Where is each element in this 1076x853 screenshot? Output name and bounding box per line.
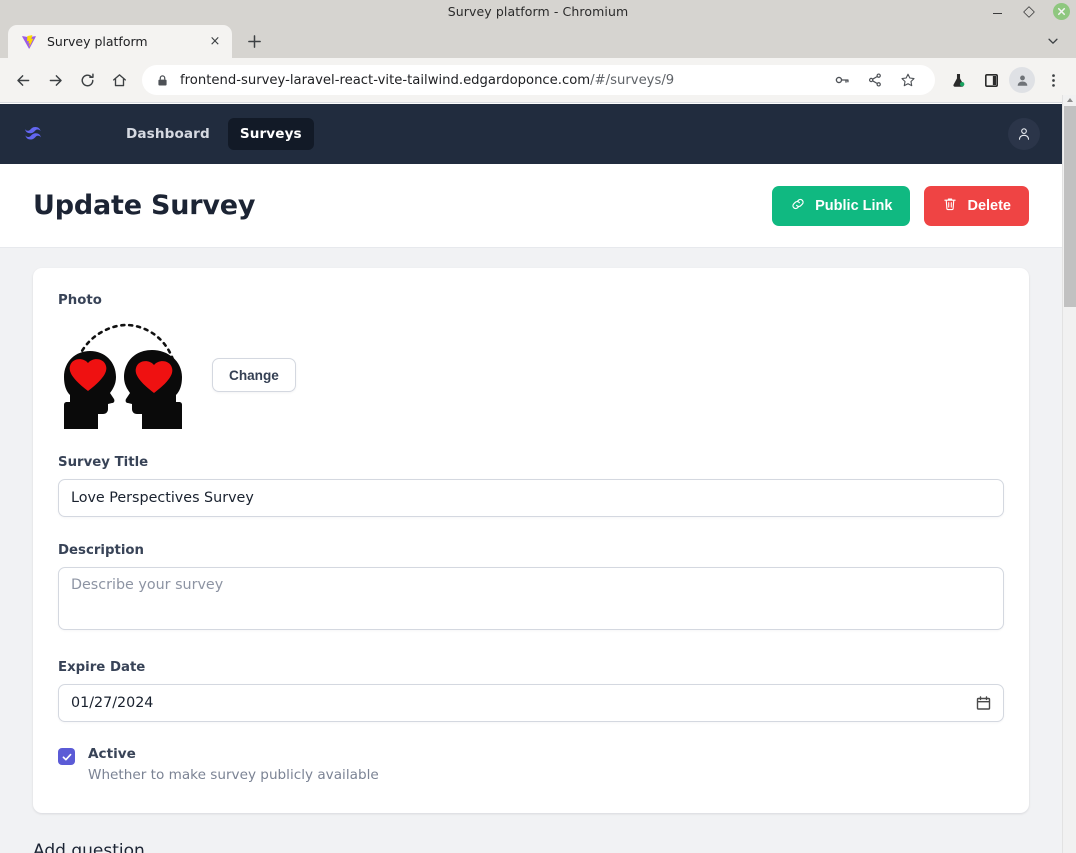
window-title: Survey platform - Chromium bbox=[447, 4, 629, 19]
survey-title-field: Survey Title bbox=[58, 455, 1004, 517]
side-panel-icon[interactable] bbox=[976, 65, 1006, 95]
tab-title: Survey platform bbox=[47, 34, 148, 49]
link-chain-icon bbox=[790, 196, 806, 216]
photo-row: Change bbox=[58, 321, 1004, 429]
reload-icon[interactable] bbox=[72, 65, 102, 95]
page-title: Update Survey bbox=[33, 190, 256, 221]
vite-logo-icon bbox=[21, 34, 37, 50]
key-icon[interactable] bbox=[829, 67, 855, 93]
description-textarea[interactable] bbox=[58, 567, 1004, 630]
photo-section: Photo Change bbox=[58, 293, 1004, 429]
active-label: Active bbox=[88, 746, 136, 762]
page-header: Update Survey Public Link Delete bbox=[0, 164, 1062, 248]
expire-date-wrapper bbox=[58, 684, 1004, 722]
calendar-icon[interactable] bbox=[976, 696, 991, 711]
three-dot-menu-icon[interactable] bbox=[1038, 65, 1068, 95]
toolbar-right-actions bbox=[943, 65, 1068, 95]
app-navbar: Dashboard Surveys bbox=[0, 104, 1062, 164]
survey-form-card: Photo Change Survey Title Love Perspecti… bbox=[33, 268, 1029, 813]
omnibox-actions bbox=[829, 67, 921, 93]
profile-avatar-icon[interactable] bbox=[1009, 67, 1035, 93]
back-arrow-icon[interactable] bbox=[8, 65, 38, 95]
header-actions: Public Link Delete bbox=[772, 185, 1029, 226]
delete-button[interactable]: Delete bbox=[924, 185, 1029, 226]
url-text: frontend-survey-laravel-react-vite-tailw… bbox=[180, 73, 674, 88]
description-field: Description bbox=[58, 543, 1004, 634]
page-viewport: Dashboard Surveys Update Survey Public L… bbox=[0, 104, 1062, 853]
public-link-button[interactable]: Public Link bbox=[772, 185, 911, 226]
delete-label: Delete bbox=[967, 197, 1011, 214]
forward-arrow-icon[interactable] bbox=[40, 65, 70, 95]
nav-link-dashboard[interactable]: Dashboard bbox=[114, 118, 222, 150]
expire-date-label: Expire Date bbox=[58, 660, 146, 675]
minimize-button[interactable] bbox=[989, 4, 1005, 20]
navbar-links: Dashboard Surveys bbox=[114, 118, 314, 150]
url-domain: frontend-survey-laravel-react-vite-tailw… bbox=[180, 72, 591, 88]
form-card-wrapper: Photo Change Survey Title Love Perspecti… bbox=[0, 248, 1062, 813]
browser-toolbar: frontend-survey-laravel-react-vite-tailw… bbox=[0, 58, 1076, 103]
active-checkbox-text: Active Whether to make survey publicly a… bbox=[88, 746, 379, 783]
survey-title-label: Survey Title bbox=[58, 455, 149, 470]
survey-title-input[interactable] bbox=[58, 479, 1004, 517]
home-icon[interactable] bbox=[104, 65, 134, 95]
browser-tab[interactable]: Survey platform × bbox=[8, 25, 232, 58]
user-avatar-icon[interactable] bbox=[1008, 118, 1040, 150]
change-photo-button[interactable]: Change bbox=[212, 358, 296, 392]
url-path: /#/surveys/9 bbox=[590, 72, 675, 88]
nav-link-surveys[interactable]: Surveys bbox=[227, 118, 314, 150]
close-icon[interactable]: × bbox=[206, 33, 224, 51]
bookmark-star-icon[interactable] bbox=[895, 67, 921, 93]
description-label: Description bbox=[58, 543, 145, 558]
share-icon[interactable] bbox=[862, 67, 888, 93]
maximize-button[interactable] bbox=[1021, 4, 1037, 20]
active-checkbox[interactable] bbox=[58, 748, 75, 765]
photo-label: Photo bbox=[58, 293, 102, 308]
active-description: Whether to make survey publicly availabl… bbox=[88, 767, 379, 783]
active-checkbox-row: Active Whether to make survey publicly a… bbox=[58, 746, 1004, 783]
add-question-heading: Add question bbox=[33, 841, 145, 853]
expire-date-input[interactable] bbox=[58, 684, 1004, 722]
scroll-up-arrow-icon[interactable] bbox=[1063, 95, 1076, 105]
window-titlebar: Survey platform - Chromium bbox=[0, 0, 1076, 23]
window-controls bbox=[989, 0, 1070, 23]
address-bar[interactable]: frontend-survey-laravel-react-vite-tailw… bbox=[142, 65, 935, 95]
flask-experiments-icon[interactable] bbox=[943, 65, 973, 95]
trash-icon bbox=[942, 196, 958, 216]
two-heads-with-hearts-illustration bbox=[58, 321, 188, 429]
tab-list-chevron-down-icon[interactable] bbox=[1040, 28, 1066, 54]
expire-date-field: Expire Date bbox=[58, 660, 1004, 722]
lock-icon bbox=[156, 74, 169, 87]
new-tab-button[interactable] bbox=[240, 27, 268, 55]
tab-strip: Survey platform × bbox=[0, 23, 1076, 58]
scrollbar-thumb[interactable] bbox=[1064, 106, 1076, 307]
public-link-label: Public Link bbox=[815, 197, 893, 214]
page-scrollbar[interactable] bbox=[1062, 95, 1076, 853]
close-button[interactable] bbox=[1053, 3, 1070, 20]
tailwind-logo-icon[interactable] bbox=[22, 114, 64, 154]
